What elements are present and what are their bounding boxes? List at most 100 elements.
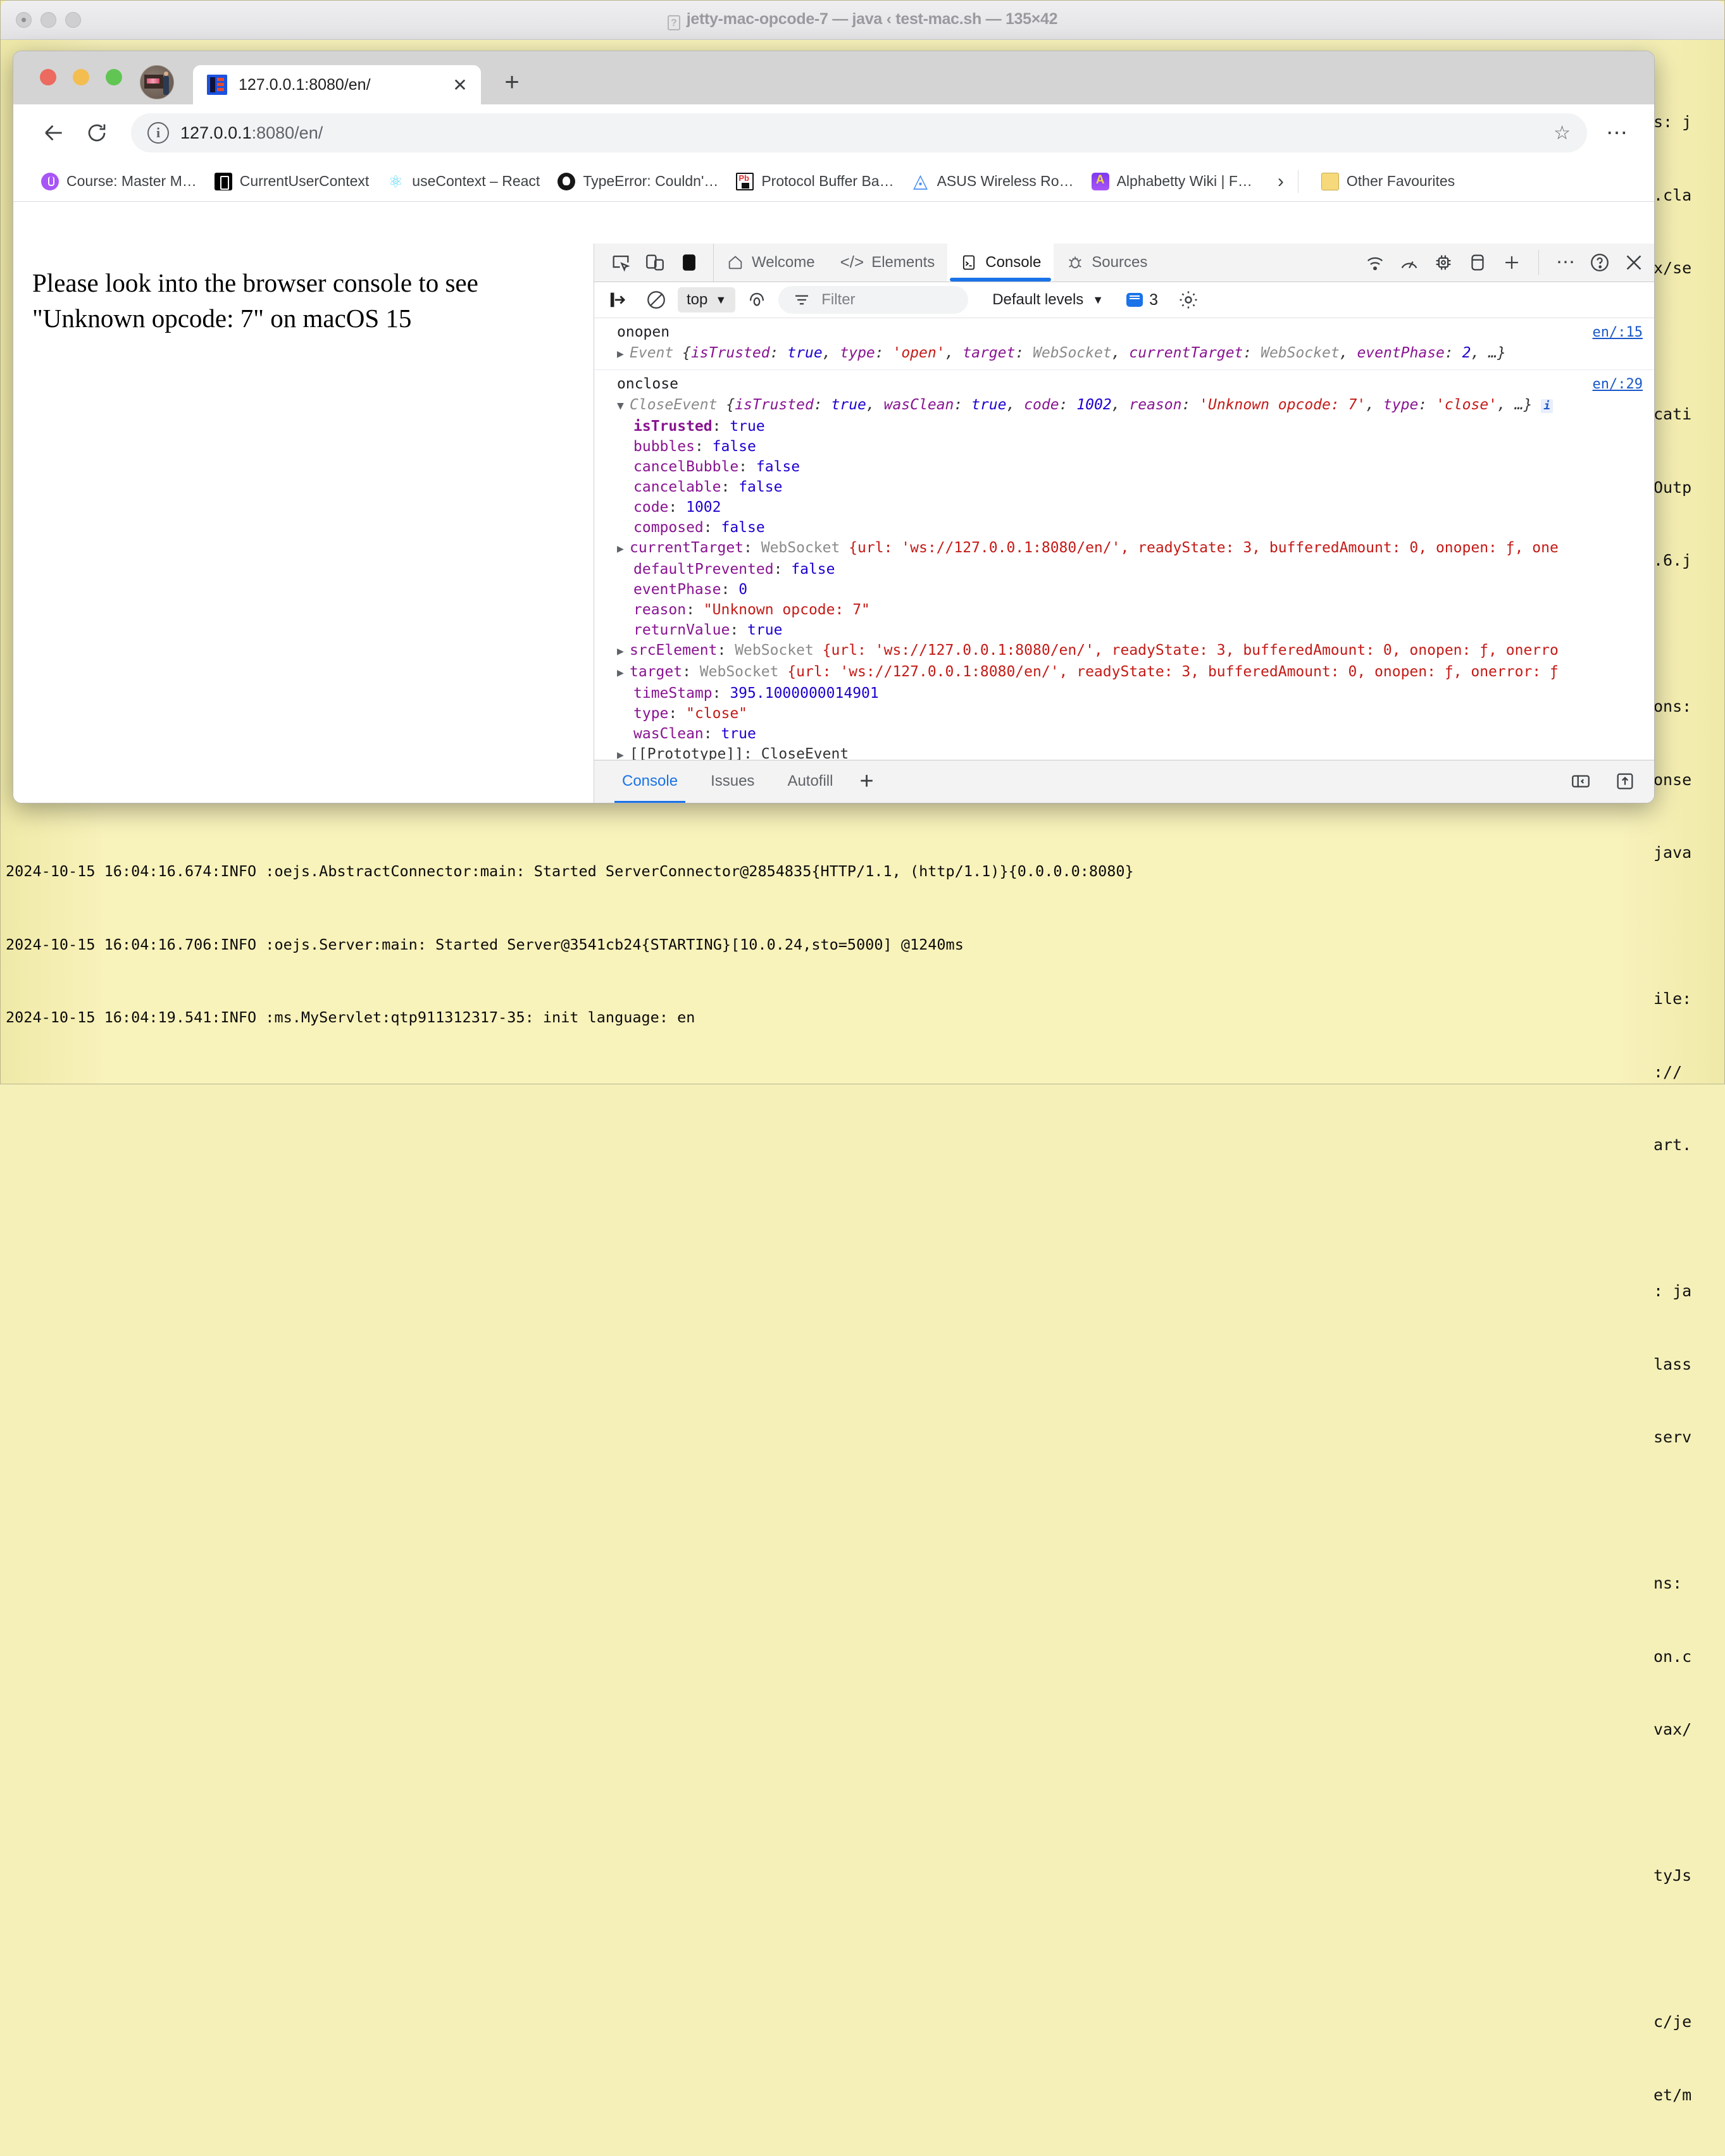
plus-icon[interactable]	[1497, 247, 1527, 278]
terminal-edge-line: .cla	[1653, 185, 1692, 204]
code-icon: </>	[840, 252, 864, 272]
property-key: eventPhase	[633, 581, 721, 598]
browser-toolbar: i 127.0.0.1:8080/en/ ☆ ⋯	[13, 104, 1654, 161]
terminal-edge-line: Outp	[1653, 478, 1692, 497]
application-icon[interactable]	[1462, 247, 1493, 278]
dock-side-icon[interactable]	[674, 247, 704, 278]
ellipsis[interactable]: …	[1515, 397, 1524, 413]
object-property[interactable]: ▶ currentTarget: WebSocket {url: 'ws://12…	[594, 538, 1654, 559]
bookmark-item[interactable]: Protocol Buffer Ba…	[727, 169, 902, 194]
expand-arrow-icon[interactable]: ▶	[617, 745, 630, 760]
bookmark-item[interactable]: Course: Master M…	[32, 169, 206, 194]
property-key: isTrusted	[633, 418, 713, 435]
message-count-badge[interactable]: 3	[1126, 291, 1158, 309]
site-info-icon[interactable]: i	[147, 122, 169, 144]
expand-arrow-icon[interactable]: ▶	[617, 344, 630, 364]
drawer-add-tab-button[interactable]: +	[859, 768, 873, 795]
browser-minimize-button[interactable]	[73, 69, 89, 85]
back-button[interactable]	[35, 114, 73, 152]
bookmark-label: CurrentUserContext	[239, 173, 370, 189]
tab-console[interactable]: Console	[947, 244, 1054, 282]
console-object-summary[interactable]: ▼ CloseEvent {isTrusted: true, wasClean: …	[594, 395, 1654, 416]
address-bar[interactable]: i 127.0.0.1:8080/en/ ☆	[131, 113, 1587, 152]
object-property[interactable]: ▶ target: WebSocket {url: 'ws://127.0.0.1…	[594, 662, 1654, 683]
object-value: 1002	[1076, 397, 1112, 414]
profile-avatar[interactable]	[140, 65, 174, 99]
bookmark-item[interactable]: Alphabetty Wiki | F…	[1083, 169, 1261, 194]
log-levels-select[interactable]: Default levels ▼	[992, 291, 1104, 309]
console-filter-input[interactable]: Filter	[778, 286, 969, 314]
terminal-edge-line	[1653, 1791, 1719, 1816]
console-object-summary[interactable]: ▶ Event {isTrusted: true, type: 'open', t…	[594, 343, 1654, 364]
new-tab-button[interactable]: +	[497, 68, 526, 97]
drawer-tab-label: Console	[622, 772, 678, 790]
tab-welcome[interactable]: Welcome	[714, 244, 828, 282]
close-icon[interactable]	[1619, 247, 1649, 278]
bookmark-item[interactable]: ⚛ useContext – React	[378, 169, 549, 194]
console-message[interactable]: onclose en/:29 ▼ CloseEvent {isTrusted: t…	[594, 370, 1654, 760]
terminal-edge-line: .6.j	[1653, 551, 1692, 569]
expand-arrow-icon[interactable]: ▶	[617, 663, 630, 683]
browser-zoom-button[interactable]	[106, 69, 122, 85]
device-toolbar-icon[interactable]	[640, 247, 670, 278]
expand-arrow-icon[interactable]: ▶	[617, 641, 630, 662]
devtools-inspect-group	[594, 244, 714, 282]
property-value: true	[730, 418, 765, 435]
browser-menu-button[interactable]: ⋯	[1602, 120, 1633, 146]
object-property: defaultPrevented: false	[633, 561, 835, 578]
no-entry-icon[interactable]	[641, 285, 671, 315]
chevron-down-icon: ▼	[1092, 293, 1104, 306]
bookmarks-overflow-chevron-icon[interactable]: ›	[1278, 171, 1284, 192]
terminal-edge-line	[1653, 1937, 1719, 1962]
tab-elements[interactable]: </> Elements	[828, 244, 948, 282]
collapse-arrow-icon[interactable]: ▼	[617, 396, 630, 416]
bookmark-item[interactable]: TypeError: Couldn'…	[549, 169, 727, 194]
browser-tab[interactable]: 127.0.0.1:8080/en/ ✕	[193, 65, 481, 104]
console-source-link[interactable]: en/:15	[1593, 323, 1643, 343]
devtools-more-icon[interactable]: ⋯	[1550, 247, 1581, 278]
console-sidebar-icon[interactable]	[1566, 766, 1596, 796]
star-icon[interactable]: ☆	[1554, 122, 1571, 144]
object-property: returnValue: true	[633, 622, 783, 639]
terminal-edge-line: art.	[1653, 1136, 1692, 1154]
ellipsis[interactable]: …	[1488, 345, 1497, 361]
network-icon[interactable]	[1360, 247, 1390, 278]
execution-context-select[interactable]: top ▼	[678, 287, 736, 313]
terminal-edge-line: c/je	[1653, 2012, 1692, 2031]
drawer-right-icons	[1566, 766, 1640, 796]
performance-icon[interactable]	[1394, 247, 1424, 278]
object-property[interactable]: ▶ [[Prototype]]: CloseEvent	[594, 744, 1654, 760]
drawer-tab-issues[interactable]: Issues	[697, 766, 768, 796]
tab-sources[interactable]: Sources	[1054, 244, 1160, 282]
console-filter-placeholder: Filter	[821, 291, 856, 309]
object-property[interactable]: ▶ srcElement: WebSocket {url: 'ws://127.0…	[594, 640, 1654, 662]
console-log-output[interactable]: onopen en/:15 ▶ Event {isTrusted: true, t…	[594, 318, 1654, 760]
expand-arrow-icon[interactable]: ▶	[617, 539, 630, 559]
drawer-tab-console[interactable]: Console	[608, 766, 692, 803]
inspect-element-icon[interactable]	[606, 247, 636, 278]
info-badge-icon[interactable]: i	[1541, 399, 1554, 414]
live-expression-icon[interactable]	[742, 285, 772, 315]
console-message[interactable]: onopen en/:15 ▶ Event {isTrusted: true, t…	[594, 318, 1654, 371]
object-key: reason	[1129, 397, 1182, 414]
other-favourites-item[interactable]: Other Favourites	[1312, 169, 1464, 194]
export-icon[interactable]	[1610, 766, 1640, 796]
bookmark-item[interactable]: CurrentUserContext	[206, 169, 378, 194]
gear-icon[interactable]	[1173, 285, 1204, 315]
react-icon: ⚛	[388, 171, 403, 191]
reload-button[interactable]	[78, 114, 116, 152]
console-source-link[interactable]: en/:29	[1593, 375, 1643, 395]
property-value: true	[721, 726, 756, 743]
tab-welcome-label: Welcome	[752, 253, 815, 271]
object-value: 'Unknown opcode: 7'	[1199, 397, 1366, 414]
browser-window-controls[interactable]	[40, 69, 122, 85]
terminal-edge-line: ons:	[1653, 697, 1692, 716]
clear-console-icon[interactable]	[604, 285, 635, 315]
tab-close-icon[interactable]: ✕	[449, 74, 471, 96]
memory-icon[interactable]	[1428, 247, 1459, 278]
help-icon[interactable]	[1585, 247, 1615, 278]
drawer-tab-label: Issues	[711, 772, 755, 790]
browser-close-button[interactable]	[40, 69, 56, 85]
drawer-tab-autofill[interactable]: Autofill	[773, 766, 847, 796]
bookmark-item[interactable]: ◬ ASUS Wireless Ro…	[903, 169, 1083, 194]
